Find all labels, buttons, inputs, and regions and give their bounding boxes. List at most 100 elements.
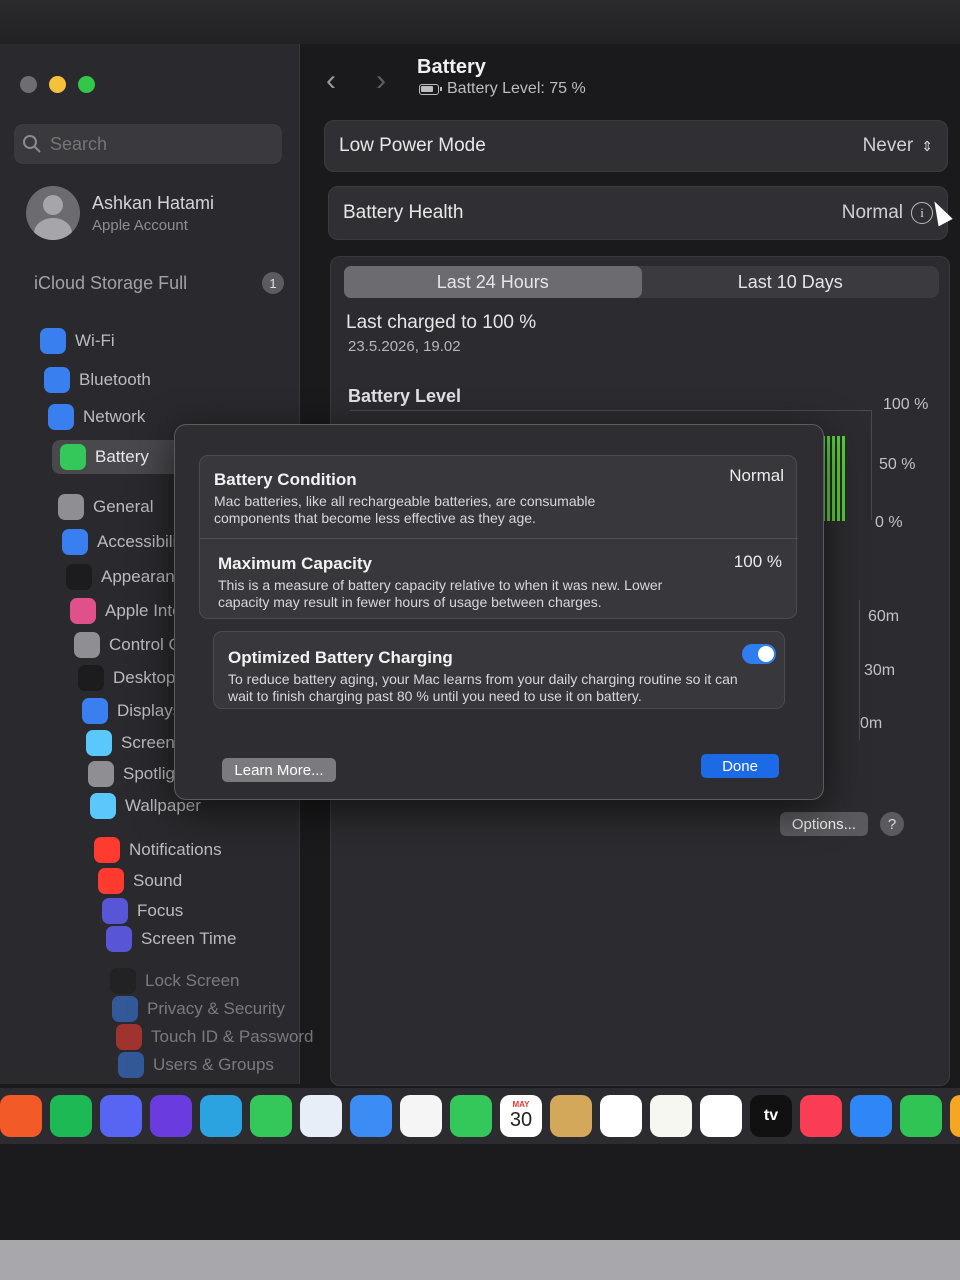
battery-level-bar	[832, 436, 835, 521]
tab-last-24-hours[interactable]: Last 24 Hours	[344, 266, 642, 298]
learn-more-button[interactable]: Learn More...	[222, 758, 336, 782]
optimized-charging-toggle[interactable]	[742, 644, 776, 664]
sidebar-item-apple-intel[interactable]: Apple Intel	[70, 598, 185, 624]
calendar-month: MAY	[512, 1100, 530, 1109]
users-icon	[118, 1052, 144, 1078]
optimized-charging-desc: To reduce battery aging, your Mac learns…	[228, 671, 738, 704]
photo-background	[0, 0, 960, 44]
sidebar-item-wi-fi[interactable]: Wi-Fi	[40, 328, 115, 354]
optimized-charging-title: Optimized Battery Charging	[228, 648, 453, 667]
pages-icon[interactable]	[950, 1095, 960, 1137]
music-icon[interactable]	[800, 1095, 842, 1137]
desktop-dock-icon	[78, 665, 104, 691]
freeform-icon[interactable]	[700, 1095, 742, 1137]
close-button[interactable]	[20, 76, 37, 93]
options-button[interactable]: Options...	[780, 812, 868, 836]
notifications-icon	[94, 837, 120, 863]
max-capacity-desc: This is a measure of battery capacity re…	[218, 577, 663, 610]
battery-level-bar	[842, 436, 845, 521]
battery-icon	[60, 444, 86, 470]
sidebar-item-users-groups[interactable]: Users & Groups	[118, 1052, 274, 1078]
icloud-storage-row[interactable]: iCloud Storage Full 1	[34, 272, 284, 294]
sidebar-item-label: Displays	[117, 701, 182, 720]
sidebar-item-label: Users & Groups	[153, 1055, 274, 1074]
battery-level-bar	[827, 436, 830, 521]
notes-icon[interactable]	[650, 1095, 692, 1137]
done-button[interactable]: Done	[701, 754, 779, 778]
sidebar-item-privacy-security[interactable]: Privacy & Security	[112, 996, 285, 1022]
sidebar-item-label: Sound	[133, 871, 183, 890]
sidebar-item-label: Bluetooth	[79, 370, 151, 389]
account-row[interactable]: Ashkan Hatami Apple Account	[26, 186, 214, 240]
forward-arrow-icon[interactable]: ›	[376, 64, 386, 98]
bluetooth-icon	[44, 367, 70, 393]
level-axis-50: 50 %	[879, 456, 916, 473]
optimized-charging-section: Optimized Battery Charging To reduce bat…	[228, 648, 738, 705]
sidebar-item-label: Privacy & Security	[147, 999, 285, 1018]
search-field[interactable]	[14, 124, 282, 164]
search-input[interactable]	[50, 133, 250, 155]
accessibility-icon	[62, 529, 88, 555]
minimize-button[interactable]	[49, 76, 66, 93]
messages-icon[interactable]	[250, 1095, 292, 1137]
tab-last-10-days[interactable]: Last 10 Days	[642, 266, 940, 298]
sidebar-item-label: Battery	[95, 447, 149, 466]
level-axis-0: 0 %	[875, 514, 903, 531]
sidebar-item-touch-id-password[interactable]: Touch ID & Password	[116, 1024, 314, 1050]
spotify-icon[interactable]	[50, 1095, 92, 1137]
app-store-icon[interactable]	[300, 1095, 342, 1137]
sound-icon	[98, 868, 124, 894]
sidebar-item-bluetooth[interactable]: Bluetooth	[44, 367, 151, 393]
sidebar-item-lock-screen[interactable]: Lock Screen	[110, 968, 240, 994]
brave-icon[interactable]	[0, 1095, 42, 1137]
laptop-bezel	[0, 1144, 960, 1240]
search-icon	[23, 135, 41, 153]
apple-tv-icon[interactable]: tv	[750, 1095, 792, 1137]
sidebar-item-label: Network	[83, 407, 146, 426]
sidebar-item-sound[interactable]: Sound	[98, 868, 182, 894]
gifox-icon[interactable]	[150, 1095, 192, 1137]
usage-axis-0m: 0m	[860, 715, 883, 732]
reminders-icon[interactable]	[600, 1095, 642, 1137]
max-capacity-section: Maximum Capacity This is a measure of ba…	[218, 554, 708, 611]
account-subtitle: Apple Account	[92, 216, 188, 234]
sidebar-item-control-ce[interactable]: Control Ce	[74, 632, 190, 658]
battery-condition-value: Normal	[729, 466, 784, 485]
sidebar-item-general[interactable]: General	[58, 494, 153, 520]
back-arrow-icon[interactable]: ‹	[326, 64, 336, 98]
sidebar-item-network[interactable]: Network	[48, 404, 145, 430]
displays-icon	[82, 698, 108, 724]
account-name: Ashkan Hatami	[92, 192, 215, 213]
focus-icon	[102, 898, 128, 924]
page-title: Battery	[417, 56, 486, 78]
facetime-icon[interactable]	[450, 1095, 492, 1137]
numbers-icon[interactable]	[900, 1095, 942, 1137]
photos-icon[interactable]	[400, 1095, 442, 1137]
divider	[200, 538, 798, 539]
max-capacity-title: Maximum Capacity	[218, 554, 372, 573]
apple-tv-label: tv	[763, 1107, 779, 1124]
zoom-button[interactable]	[78, 76, 95, 93]
sidebar-item-label: Lock Screen	[145, 971, 240, 990]
calendar-icon[interactable]: MAY 30	[500, 1095, 542, 1137]
discord-icon[interactable]	[100, 1095, 142, 1137]
sidebar-item-label: Notifications	[129, 840, 222, 859]
avatar	[26, 186, 80, 240]
keynote-icon[interactable]	[850, 1095, 892, 1137]
help-button[interactable]: ?	[880, 812, 904, 836]
usage-axis-60m: 60m	[868, 608, 900, 625]
low-power-mode-select[interactable]: Never ⇕	[863, 135, 933, 157]
battery-level-text: Battery Level: 75 %	[447, 80, 586, 97]
sidebar-item-focus[interactable]: Focus	[102, 898, 183, 924]
low-power-mode-label: Low Power Mode	[339, 135, 486, 156]
mail-icon[interactable]	[350, 1095, 392, 1137]
battery-level-bar	[837, 436, 840, 521]
low-power-mode-row: Low Power Mode Never ⇕	[324, 120, 948, 172]
telegram-icon[interactable]	[200, 1095, 242, 1137]
sidebar-item-screen-time[interactable]: Screen Time	[106, 926, 236, 952]
contacts-icon[interactable]	[550, 1095, 592, 1137]
sidebar-item-accessibili[interactable]: Accessibili	[62, 529, 176, 555]
sidebar-item-notifications[interactable]: Notifications	[94, 837, 222, 863]
sidebar-item-appearanc[interactable]: Appearanc	[66, 564, 183, 590]
sidebar-item-displays[interactable]: Displays	[82, 698, 181, 724]
